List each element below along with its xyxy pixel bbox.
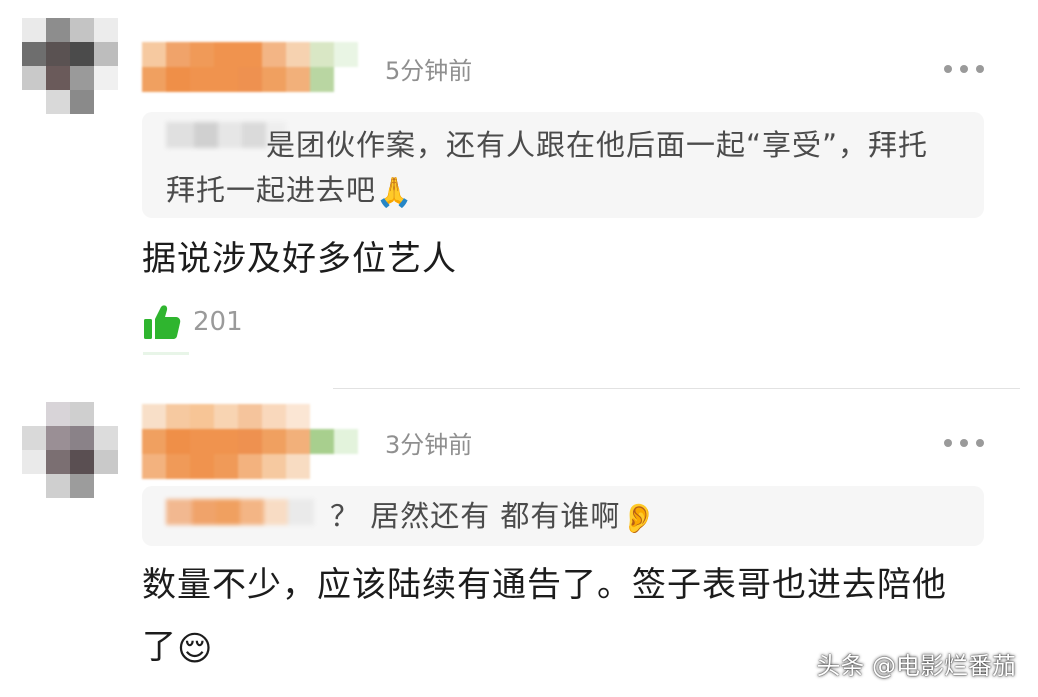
comment-time: 5分钟前	[385, 57, 473, 85]
comment-time: 3分钟前	[385, 431, 473, 459]
comment-body-line1: 数量不少，应该陆续有通告了。签子表哥也进去陪他	[142, 565, 947, 605]
quoted-text-line2-content: 拜托一起进去吧	[166, 173, 377, 207]
quoted-username-blurred	[166, 499, 314, 525]
comment-body-line2-content: 了	[142, 627, 177, 667]
like-button[interactable]: 201	[143, 302, 243, 342]
comment-item: 5分钟前 是团伙作案，还有人跟在他后面一起“享受”，拜托 拜托一起进去吧🙏 据说…	[0, 0, 1038, 380]
quoted-text-line2: 拜托一起进去吧🙏	[166, 167, 413, 215]
ear-emoji-icon: 👂	[620, 501, 658, 535]
more-options-icon[interactable]	[944, 437, 984, 449]
quoted-text-line1: 是团伙作案，还有人跟在他后面一起“享受”，拜托	[266, 128, 929, 162]
comment-body: 据说涉及好多位艺人	[142, 239, 457, 279]
avatar[interactable]	[22, 18, 118, 114]
quoted-text-content: ？ 居然还有 都有谁啊	[330, 499, 621, 533]
quoted-reply[interactable]: ？ 居然还有 都有谁啊👂	[142, 486, 984, 546]
quoted-text: ？ 居然还有 都有谁啊👂	[330, 493, 658, 541]
like-underline	[143, 352, 189, 355]
relieved-face-emoji-icon: 😌	[177, 628, 214, 669]
comment-body-line2: 了😌	[142, 616, 213, 680]
like-count: 201	[193, 307, 243, 337]
thumbs-up-icon	[144, 305, 181, 339]
comment-divider	[333, 388, 1020, 389]
avatar[interactable]	[22, 402, 118, 498]
watermark: 头条 @电影烂番茄	[816, 652, 1016, 680]
username-blurred[interactable]	[142, 404, 362, 479]
quoted-reply[interactable]: 是团伙作案，还有人跟在他后面一起“享受”，拜托 拜托一起进去吧🙏	[142, 112, 984, 218]
username-blurred[interactable]	[142, 42, 362, 92]
more-options-icon[interactable]	[944, 63, 984, 75]
pray-emoji-icon: 🙏	[376, 175, 414, 209]
